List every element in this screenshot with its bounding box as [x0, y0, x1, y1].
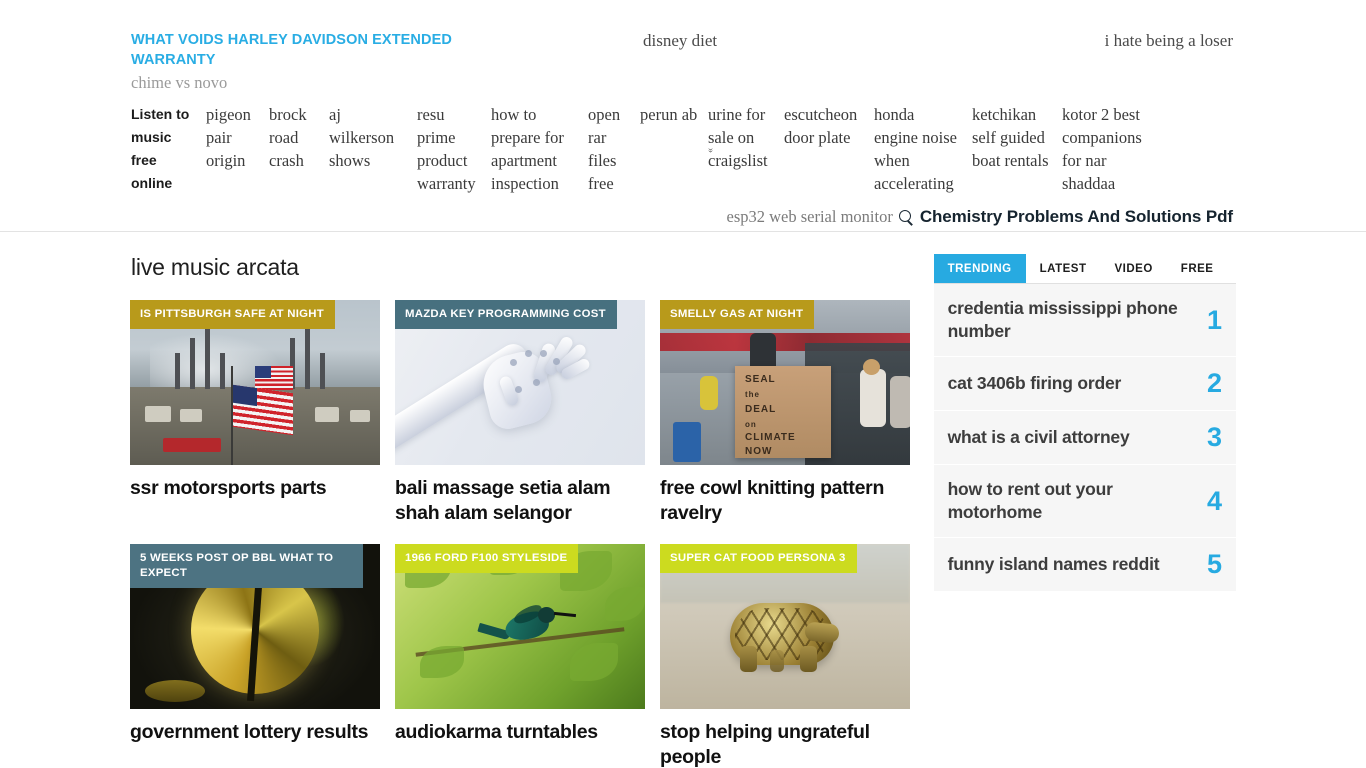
tab-free[interactable]: FREE — [1166, 254, 1228, 283]
nav-item-label: honda engine noise when accelerating — [874, 105, 957, 193]
category-badge[interactable]: 5 WEEKS POST OP BBL WHAT TO EXPECT — [130, 544, 363, 588]
category-badge[interactable]: SUPER CAT FOOD PERSONA 3 — [660, 544, 857, 573]
nav-item-10[interactable]: honda engine noise when accelerating — [874, 103, 962, 195]
nav-item-0[interactable]: Listen to music free online — [131, 103, 194, 195]
nav-item-1[interactable]: pigeon pair origin — [206, 103, 259, 172]
trending-list: credentia mississippi phone number 1 cat 3… — [933, 284, 1236, 592]
nav-item-9[interactable]: escutcheon door plate — [784, 103, 864, 149]
article-thumbnail[interactable]: 1966 FORD F100 STYLESIDE — [395, 544, 645, 709]
search-title-link[interactable]: Chemistry Problems And Solutions Pdf — [920, 207, 1233, 227]
search-row: esp32 web serial monitor Chemistry Probl… — [727, 207, 1234, 227]
trending-item[interactable]: credentia mississippi phone number 1 — [933, 284, 1236, 357]
nav-item-12[interactable]: kotor 2 best companions for nar shaddaa — [1062, 103, 1152, 195]
category-badge[interactable]: SMELLY GAS AT NIGHT — [660, 300, 815, 329]
article-card[interactable]: 5 WEEKS POST OP BBL WHAT TO EXPECT govern… — [130, 544, 380, 768]
search-icon[interactable] — [898, 209, 914, 225]
article-thumbnail[interactable]: SUPER CAT FOOD PERSONA 3 — [660, 544, 910, 709]
nav-item-label: perun ab — [640, 105, 698, 124]
tab-latest[interactable]: LATEST — [1025, 254, 1101, 283]
brand-headline-link[interactable]: WHAT VOIDS HARLEY DAVIDSON EXTENDED WARR… — [131, 30, 461, 70]
main-column: live music arcata IS PITTSBURGH SAFE AT … — [130, 254, 913, 768]
brand-block: WHAT VOIDS HARLEY DAVIDSON EXTENDED WARR… — [131, 30, 461, 93]
nav-item-label: resu prime product warranty — [417, 105, 476, 193]
article-thumbnail[interactable]: MAZDA KEY PROGRAMMING COST — [395, 300, 645, 465]
tab-trending[interactable]: TRENDING — [933, 254, 1026, 283]
nav-item-label: pigeon pair origin — [206, 105, 251, 170]
nav-item-label: escutcheon door plate — [784, 105, 858, 147]
nav-item-label: Listen to music free online — [131, 106, 190, 191]
trending-item-rank: 3 — [1206, 422, 1222, 452]
nav-item-label: urine for sale on craigslist — [708, 105, 768, 170]
category-badge[interactable]: 1966 FORD F100 STYLESIDE — [395, 544, 579, 573]
article-title[interactable]: stop helping ungrateful people — [660, 720, 910, 768]
article-card[interactable]: IS PITTSBURGH SAFE AT NIGHT ssr motorspor… — [130, 300, 380, 526]
nav-item-label: aj wilkerson shows — [329, 105, 395, 170]
nav-item-label: open rar files free — [588, 105, 621, 193]
nav-item-5[interactable]: how to prepare for apartment inspection — [491, 103, 576, 195]
article-card[interactable]: SEAL the DEAL on CLIMATE NOW SMELLY GAS AT NIG… — [660, 300, 910, 526]
trending-item[interactable]: funny island names reddit 5 — [933, 538, 1236, 592]
nav-item-8[interactable]: urine for sale on craigslist» — [705, 103, 774, 172]
article-card[interactable]: SUPER CAT FOOD PERSONA 3 stop helping ung… — [660, 544, 910, 768]
site-header: WHAT VOIDS HARLEY DAVIDSON EXTENDED WARR… — [0, 0, 1366, 232]
nav-item-7[interactable]: perun ab — [640, 103, 698, 126]
sidebar-tabs: TRENDING LATEST VIDEO FREE — [933, 254, 1236, 284]
sidebar: TRENDING LATEST VIDEO FREE credentia missis… — [933, 254, 1236, 768]
trending-item-label: credentia mississippi phone number — [947, 298, 1178, 341]
primary-nav: Listen to music free online pigeon pair o… — [131, 103, 1246, 195]
trending-item-rank: 2 — [1206, 368, 1222, 398]
header-right-link[interactable]: i hate being a loser — [1105, 31, 1233, 51]
trending-item-rank: 1 — [1206, 304, 1222, 335]
trending-item-rank: 5 — [1206, 549, 1222, 579]
nav-item-label: ketchikan self guided boat rentals — [972, 105, 1049, 170]
article-card[interactable]: MAZDA KEY PROGRAMMING COST bali massage s… — [395, 300, 645, 526]
nav-item-label: kotor 2 best companions for nar shaddaa — [1062, 105, 1142, 193]
article-grid: IS PITTSBURGH SAFE AT NIGHT ssr motorspor… — [130, 300, 913, 768]
nav-item-4[interactable]: resu prime product warranty — [417, 103, 481, 195]
page-body: live music arcata IS PITTSBURGH SAFE AT … — [0, 232, 1366, 768]
page-title: live music arcata — [131, 254, 299, 280]
content-layout: live music arcata IS PITTSBURGH SAFE AT … — [130, 232, 1236, 768]
trending-item[interactable]: cat 3406b firing order 2 — [933, 357, 1236, 411]
article-thumbnail[interactable]: 5 WEEKS POST OP BBL WHAT TO EXPECT — [130, 544, 380, 709]
trending-item-label: funny island names reddit — [947, 554, 1160, 574]
search-keyword-link[interactable]: esp32 web serial monitor — [727, 207, 893, 227]
trending-item[interactable]: what is a civil attorney 3 — [933, 411, 1236, 465]
trending-item-label: cat 3406b firing order — [947, 373, 1122, 393]
trending-item-label: what is a civil attorney — [947, 427, 1130, 447]
nav-item-3[interactable]: aj wilkerson shows — [329, 103, 405, 172]
nav-item-label: how to prepare for apartment inspection — [491, 105, 564, 193]
header-center-link[interactable]: disney diet — [643, 31, 717, 51]
category-badge[interactable]: MAZDA KEY PROGRAMMING COST — [395, 300, 617, 329]
article-title[interactable]: government lottery results — [130, 720, 380, 745]
nav-item-11[interactable]: ketchikan self guided boat rentals — [972, 103, 1052, 172]
chevron-down-icon[interactable]: » — [705, 148, 716, 152]
trending-item-label: how to rent out your motorhome — [947, 479, 1113, 522]
article-thumbnail[interactable]: SEAL the DEAL on CLIMATE NOW SMELLY GAS AT NIG… — [660, 300, 910, 465]
article-title[interactable]: ssr motorsports parts — [130, 476, 380, 501]
article-thumbnail[interactable]: IS PITTSBURGH SAFE AT NIGHT — [130, 300, 380, 465]
article-card[interactable]: 1966 FORD F100 STYLESIDE audiokarma turnt… — [395, 544, 645, 768]
trending-item-rank: 4 — [1206, 485, 1222, 516]
tab-video[interactable]: VIDEO — [1100, 254, 1167, 283]
trending-item[interactable]: how to rent out your motorhome 4 — [933, 465, 1236, 538]
nav-item-2[interactable]: brock road crash — [269, 103, 319, 172]
header-top-row: WHAT VOIDS HARLEY DAVIDSON EXTENDED WARR… — [0, 0, 1366, 92]
nav-item-6[interactable]: open rar files free — [588, 103, 630, 195]
article-title[interactable]: free cowl knitting pattern ravelry — [660, 476, 910, 526]
brand-subtitle: chime vs novo — [131, 73, 228, 92]
article-title[interactable]: audiokarma turntables — [395, 720, 645, 745]
nav-item-label: brock road crash — [269, 105, 307, 170]
article-title[interactable]: bali massage setia alam shah alam selang… — [395, 476, 645, 526]
category-badge[interactable]: IS PITTSBURGH SAFE AT NIGHT — [130, 300, 335, 329]
